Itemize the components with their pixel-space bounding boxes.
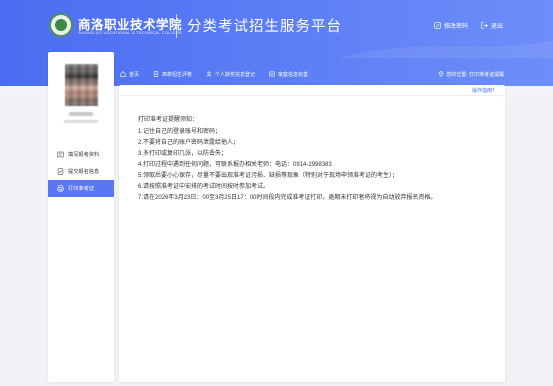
- platform-title: 分类考试招生服务平台: [187, 19, 342, 35]
- sidebar-menu: 填写报考资料 提交报名信息 打印准考证: [48, 146, 114, 197]
- sidebar-item-submit-info[interactable]: 提交报名信息: [48, 163, 114, 180]
- submit-icon: [57, 168, 64, 175]
- breadcrumb-label: 您的位置: 打印准考证提醒: [446, 71, 504, 78]
- nav-item-label: 高校招生评卷: [162, 71, 193, 78]
- notice-line: 6.请按照准考证中安排的考试时间按时参加考试。: [138, 184, 270, 190]
- notice-line: 5.领取后要小心保存，尽量不要出现准考证污损、缺损等现象（特别对于现场申领准考证…: [138, 173, 399, 179]
- nav-item-home[interactable]: 首页: [120, 71, 139, 78]
- home-icon: [120, 71, 126, 77]
- logout-label: 退出: [491, 24, 504, 30]
- nav-item-exam[interactable]: 高校招生评卷: [153, 71, 192, 78]
- printer-icon: [57, 185, 64, 192]
- logout-icon: [481, 22, 488, 29]
- sidebar-item-fill-info[interactable]: 填写报考资料: [48, 146, 114, 163]
- change-password-link[interactable]: 修改密码: [434, 21, 468, 30]
- avatar: [65, 64, 98, 106]
- notice-line: 4.打印过程中遇到任何问题，可联系报办相关老师：电话：0914-2998383: [138, 162, 332, 168]
- user-id-redacted: [64, 120, 98, 123]
- notice-title: 打印准考证提醒须知：: [138, 117, 199, 123]
- notice-line: 7.请在2026年3月23日：00至3月25日17：00时间段内完成准考证打印，…: [138, 195, 437, 201]
- nav-item-family[interactable]: 家庭信息完善: [269, 71, 308, 78]
- location-icon: [439, 71, 444, 77]
- edit-icon: [434, 22, 441, 29]
- operation-guide-link[interactable]: 操作指南？: [472, 87, 497, 94]
- nav-item-label: 个人获奖信息登记: [215, 71, 256, 78]
- school-name-en: SHANGLUO VOCATIONAL & TECHNICAL COLLEGE: [78, 30, 183, 35]
- breadcrumb: 您的位置: 打印准考证提醒: [438, 69, 504, 79]
- nav-item-label: 首页: [129, 71, 140, 78]
- user-name-redacted: [69, 112, 93, 116]
- sidebar-item-label: 填写报考资料: [68, 152, 100, 158]
- main-header: 操作指南？: [119, 85, 505, 96]
- notice-line: 3.多打印或复印几张，以防丢失；: [138, 151, 228, 157]
- sidebar: 填写报考资料 提交报名信息 打印准考证: [48, 52, 114, 382]
- edit-icon: [57, 151, 64, 158]
- sidebar-item-print-ticket[interactable]: 打印准考证: [48, 180, 114, 197]
- main-content: 操作指南？ 打印准考证提醒须知： 1.记住自己的登录账号和密码； 2.不要将自己…: [119, 85, 505, 382]
- document-icon: [153, 71, 159, 77]
- school-logo: [49, 13, 73, 37]
- notice-line: 1.记住自己的登录账号和密码；: [138, 129, 222, 135]
- sidebar-item-label: 打印准考证: [68, 186, 94, 192]
- nav-item-label: 家庭信息完善: [278, 71, 309, 78]
- nav-item-awards[interactable]: 个人获奖信息登记: [206, 71, 255, 78]
- logout-link[interactable]: 退出: [481, 21, 503, 30]
- header-divider: [176, 14, 177, 38]
- sidebar-item-label: 提交报名信息: [68, 169, 100, 175]
- user-icon: [206, 71, 212, 77]
- form-icon: [269, 71, 275, 77]
- notice-line: 2.不要将自己的账户密码泄露给他人；: [138, 140, 240, 146]
- change-password-label: 修改密码: [444, 24, 469, 30]
- top-nav: 首页 高校招生评卷 个人获奖信息登记 家庭信息完善: [120, 69, 322, 79]
- print-notice: 打印准考证提醒须知： 1.记住自己的登录账号和密码； 2.不要将自己的账户密码泄…: [138, 115, 493, 203]
